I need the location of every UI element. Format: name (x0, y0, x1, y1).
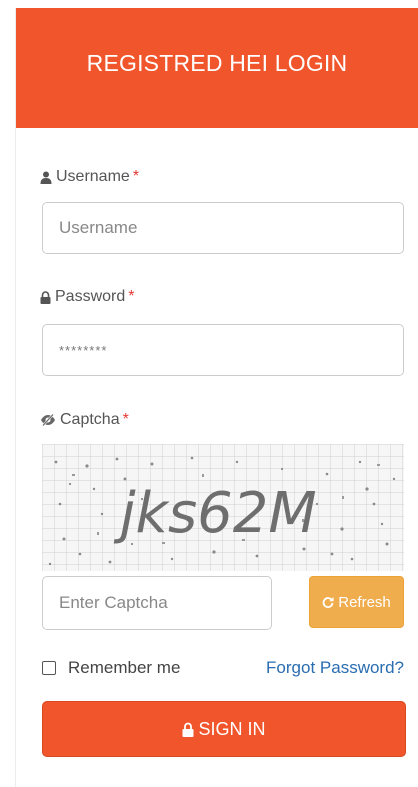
captcha-placeholder: Enter Captcha (59, 593, 168, 612)
login-card: REGISTRED HEI LOGIN Username * Username … (15, 8, 418, 787)
remember-checkbox[interactable] (42, 661, 56, 675)
forgot-password-link[interactable]: Forgot Password? (266, 658, 404, 678)
password-value: ******** (59, 342, 108, 358)
captcha-input[interactable]: Enter Captcha (42, 576, 272, 630)
eye-slash-icon (40, 414, 56, 426)
lock-icon (40, 290, 51, 304)
password-label: Password * (40, 288, 134, 306)
required-mark: * (122, 411, 129, 428)
password-label-text: Password (55, 288, 126, 305)
username-label: Username * (40, 168, 139, 186)
sign-in-button[interactable]: SIGN IN (42, 701, 406, 757)
username-label-text: Username (56, 168, 130, 185)
refresh-captcha-button[interactable]: Refresh (309, 576, 404, 628)
refresh-icon (322, 596, 334, 608)
username-placeholder: Username (59, 218, 138, 237)
refresh-label: Refresh (338, 593, 391, 611)
password-input[interactable]: ******** (42, 324, 404, 376)
user-icon (40, 171, 52, 184)
page-title: REGISTRED HEI LOGIN (86, 49, 348, 76)
captcha-image: jks62M (42, 444, 404, 571)
remember-me[interactable]: Remember me (42, 658, 180, 678)
login-header: REGISTRED HEI LOGIN (16, 8, 418, 128)
remember-label: Remember me (68, 658, 181, 677)
captcha-text: jks62M (113, 481, 317, 546)
required-mark: * (128, 288, 135, 305)
sign-in-label: SIGN IN (198, 718, 266, 739)
captcha-label: Captcha * (40, 411, 129, 429)
username-input[interactable]: Username (42, 202, 404, 254)
captcha-label-text: Captcha (60, 411, 120, 428)
required-mark: * (132, 168, 140, 185)
lock-icon (182, 722, 194, 737)
